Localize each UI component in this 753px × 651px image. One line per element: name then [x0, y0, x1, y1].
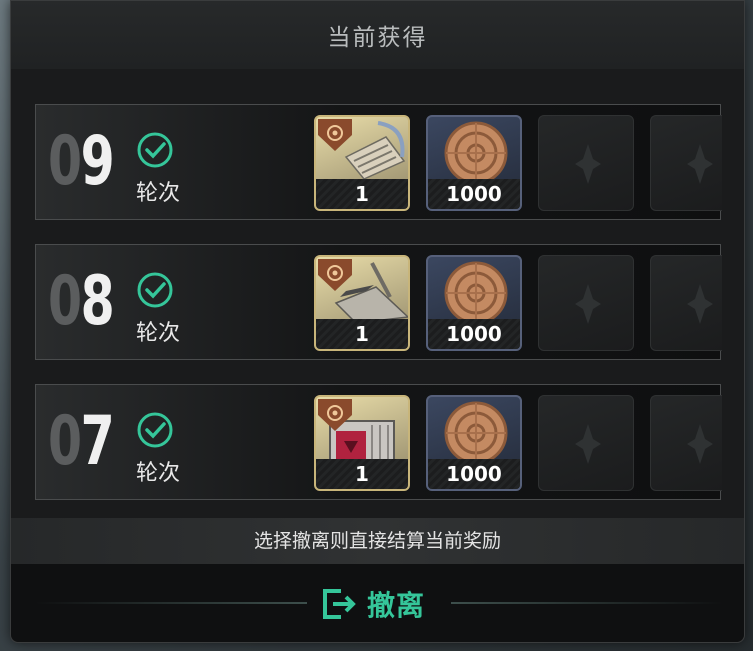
item-count: 1000: [428, 179, 520, 209]
reward-item-coin[interactable]: 1000: [426, 115, 522, 211]
empty-slot: [650, 395, 722, 491]
round-label: 轮次: [136, 461, 181, 486]
empty-slot-icon: [687, 144, 713, 184]
footer-bar: 撤离: [11, 564, 744, 642]
reward-item-blade[interactable]: 1: [314, 255, 410, 351]
round-card-7: 07 轮次 1 1000: [35, 384, 722, 500]
reward-item-ticket[interactable]: 1: [314, 115, 410, 211]
settlement-notice: 选择撤离则直接结算当前奖励: [11, 518, 744, 564]
round-card-8: 08 轮次 1 1000: [35, 244, 722, 360]
round-label: 轮次: [136, 181, 181, 206]
blade-icon: [318, 259, 408, 323]
check-circle-icon: [137, 132, 173, 168]
item-count: 1000: [428, 319, 520, 349]
empty-slot-icon: [575, 284, 601, 324]
item-count: 1: [316, 319, 408, 349]
reward-item-crate[interactable]: 1: [314, 395, 410, 491]
item-count: 1000: [428, 459, 520, 489]
empty-slot-icon: [575, 144, 601, 184]
panel-title: 当前获得: [327, 25, 428, 51]
round-number: 09: [48, 122, 115, 201]
exit-icon: [323, 589, 356, 619]
evacuate-button[interactable]: 撤离: [321, 582, 461, 626]
item-count: 1: [316, 459, 408, 489]
panel-header: 当前获得: [11, 1, 744, 69]
evacuate-label: 撤离: [367, 589, 426, 622]
crate-icon: [318, 399, 395, 463]
check-circle-icon: [137, 412, 173, 448]
reward-item-coin[interactable]: 1000: [426, 395, 522, 491]
rewards-panel: 当前获得 09 轮次 1 1000 08 轮次 1 1000 07 轮次 1 1…: [10, 0, 745, 643]
check-circle-icon: [137, 272, 173, 308]
divider-line: [35, 602, 307, 604]
item-count: 1: [316, 179, 408, 209]
empty-slot: [538, 115, 634, 211]
coin-icon: [444, 121, 508, 183]
coin-icon: [444, 261, 508, 323]
empty-slot-icon: [575, 424, 601, 464]
empty-slot: [538, 395, 634, 491]
round-number: 07: [48, 402, 115, 481]
empty-slot-icon: [687, 424, 713, 464]
round-number: 08: [48, 262, 115, 341]
reward-item-coin[interactable]: 1000: [426, 255, 522, 351]
round-card-9: 09 轮次 1 1000: [35, 104, 722, 220]
divider-line: [451, 602, 723, 604]
empty-slot: [650, 115, 722, 211]
coin-icon: [444, 401, 508, 463]
empty-slot-icon: [687, 284, 713, 324]
ticket-icon: [318, 119, 406, 180]
empty-slot: [538, 255, 634, 351]
round-label: 轮次: [136, 321, 181, 346]
empty-slot: [650, 255, 722, 351]
